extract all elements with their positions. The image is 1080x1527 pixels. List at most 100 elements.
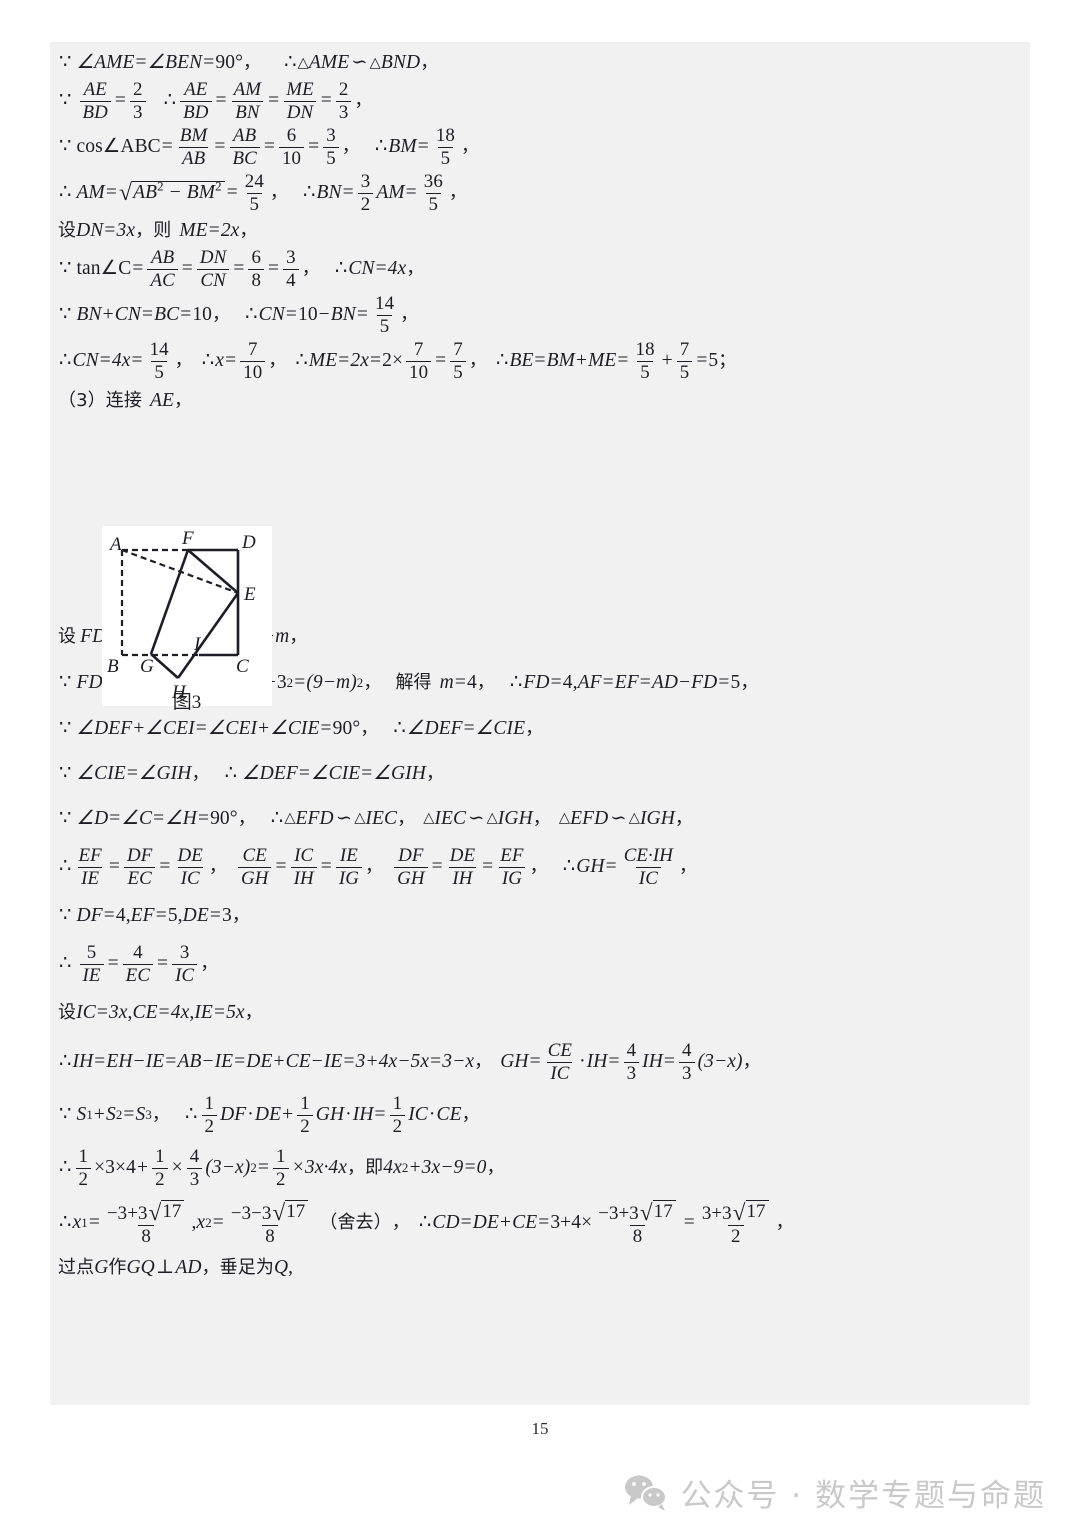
comma: ， <box>212 304 231 325</box>
fraction-5-ie: 5 IE <box>79 943 104 985</box>
denominator: 5 <box>637 360 653 383</box>
denominator: 2 <box>75 1167 92 1190</box>
segment-ce: CE <box>285 1051 311 1073</box>
fraction-3-5: 3 5 <box>323 126 339 168</box>
denominator: IG <box>335 866 363 889</box>
equals: = <box>126 762 138 784</box>
equals: = <box>123 1104 135 1126</box>
exponent: 2 <box>157 179 164 194</box>
equals: = <box>268 258 280 280</box>
numerator-prefix: −3−3 <box>230 1202 272 1224</box>
therefore-symbol: ∴ <box>509 672 523 694</box>
segment-ce: CE <box>436 1104 462 1126</box>
fraction-18-5: 18 5 <box>433 126 458 168</box>
comma: ， <box>243 52 262 73</box>
denominator: 5 <box>676 360 693 383</box>
equals: = <box>617 350 629 372</box>
equals: = <box>430 1051 442 1073</box>
fraction-ae-bd-2: AE BD <box>180 80 212 122</box>
fraction-7-10-b: 7 10 <box>406 340 432 382</box>
therefore-symbol: ∴ <box>284 52 297 74</box>
part-label: （3） <box>58 390 106 411</box>
segment-gh: GH <box>500 1051 529 1073</box>
comma: ， <box>135 220 154 241</box>
value-2x: 2x <box>220 220 240 242</box>
numerator-prefix: −3+3 <box>106 1202 148 1224</box>
line-eh <box>176 592 240 679</box>
equals: = <box>214 136 226 158</box>
denominator: 2 <box>273 1167 289 1190</box>
tan-c: tan∠C <box>76 258 132 280</box>
comma: ， <box>679 856 698 877</box>
segment-bm: BM <box>388 136 417 158</box>
page-number: 15 <box>531 1419 549 1438</box>
equals: = <box>195 717 207 739</box>
because-symbol: ∵ <box>59 52 72 74</box>
figure-caption-number: 3 <box>191 692 202 713</box>
triangle-ame: AME <box>308 52 350 74</box>
numerator: 7 <box>247 338 258 360</box>
equals: = <box>320 856 332 878</box>
denominator: 5 <box>376 314 393 337</box>
angle-c: ∠C <box>121 807 153 829</box>
comma: ， <box>301 258 320 279</box>
therefore-symbol: ∴ <box>245 304 258 326</box>
segment-bn: BN <box>316 182 342 204</box>
fraction-7-10: 7 10 <box>240 338 266 383</box>
triangle-symbol: △ <box>558 810 571 827</box>
denominator: CN <box>197 268 229 291</box>
segment-ie: IE <box>194 1001 213 1023</box>
equals: = <box>342 182 354 204</box>
numerator: −3+3 √ 17 <box>104 1199 189 1225</box>
denominator: BC <box>229 146 260 169</box>
numerator: 14 <box>149 338 169 360</box>
fraction-7-5: 7 5 <box>450 340 466 382</box>
label-d: D <box>241 532 256 553</box>
segment-cn: CN <box>348 258 375 280</box>
minus: − <box>311 1051 323 1073</box>
expr-3minusx: 3−x <box>442 1051 475 1073</box>
equals: = <box>94 1051 106 1073</box>
equals: = <box>356 304 369 326</box>
equals: = <box>417 136 429 158</box>
similar-symbol: ∽ <box>351 52 368 74</box>
denominator: 8 <box>138 1224 154 1247</box>
math-line-23: 过点 G 作 GQ ⊥ AD ， 垂足为 Q , <box>58 1251 1022 1285</box>
denominator: AC <box>147 268 178 291</box>
equals: = <box>663 1051 676 1073</box>
times: × <box>171 1157 183 1179</box>
denominator: 10 <box>240 360 266 383</box>
equals: = <box>460 1212 472 1234</box>
equals: = <box>718 672 730 694</box>
radicand: 17 <box>652 1199 676 1223</box>
equals: = <box>343 1051 355 1073</box>
comma: ， <box>237 807 256 829</box>
value-10b: 10 <box>297 304 318 326</box>
expr-3plus4x: 3+4x−5x <box>355 1051 430 1073</box>
denominator: IH <box>449 866 476 889</box>
therefore-symbol: ∴ <box>562 856 576 878</box>
semicolon: ； <box>718 350 737 371</box>
numerator-prefix: −3+3 <box>598 1202 639 1224</box>
segment-cd: CD <box>432 1212 460 1234</box>
point-g: G <box>94 1257 109 1279</box>
numerator: CE <box>547 1039 573 1061</box>
numerator: 2 <box>133 78 143 100</box>
segment-ih-2: IH <box>586 1051 608 1073</box>
comma: ， <box>740 672 759 693</box>
math-line-3: ∵ cos∠ABC = BM AB = AB BC = 6 10 = 3 5 ，… <box>58 124 1022 170</box>
equals: = <box>435 350 447 372</box>
perpendicular-symbol: ⊥ <box>155 1257 175 1279</box>
comma: ， <box>486 1157 505 1178</box>
value-fd: 4 <box>562 672 573 694</box>
area-s2: S <box>106 1104 116 1126</box>
comma: ， <box>289 626 308 647</box>
comma: ， <box>347 1157 366 1178</box>
numerator: 3 <box>286 246 296 268</box>
therefore-symbol: ∴ <box>495 350 509 372</box>
denominator: 5 <box>425 192 442 215</box>
equals: = <box>602 672 614 694</box>
plus: + <box>136 1157 149 1179</box>
fraction-2-3-b: 2 3 <box>335 80 352 122</box>
therefore-symbol: ∴ <box>59 1212 72 1234</box>
